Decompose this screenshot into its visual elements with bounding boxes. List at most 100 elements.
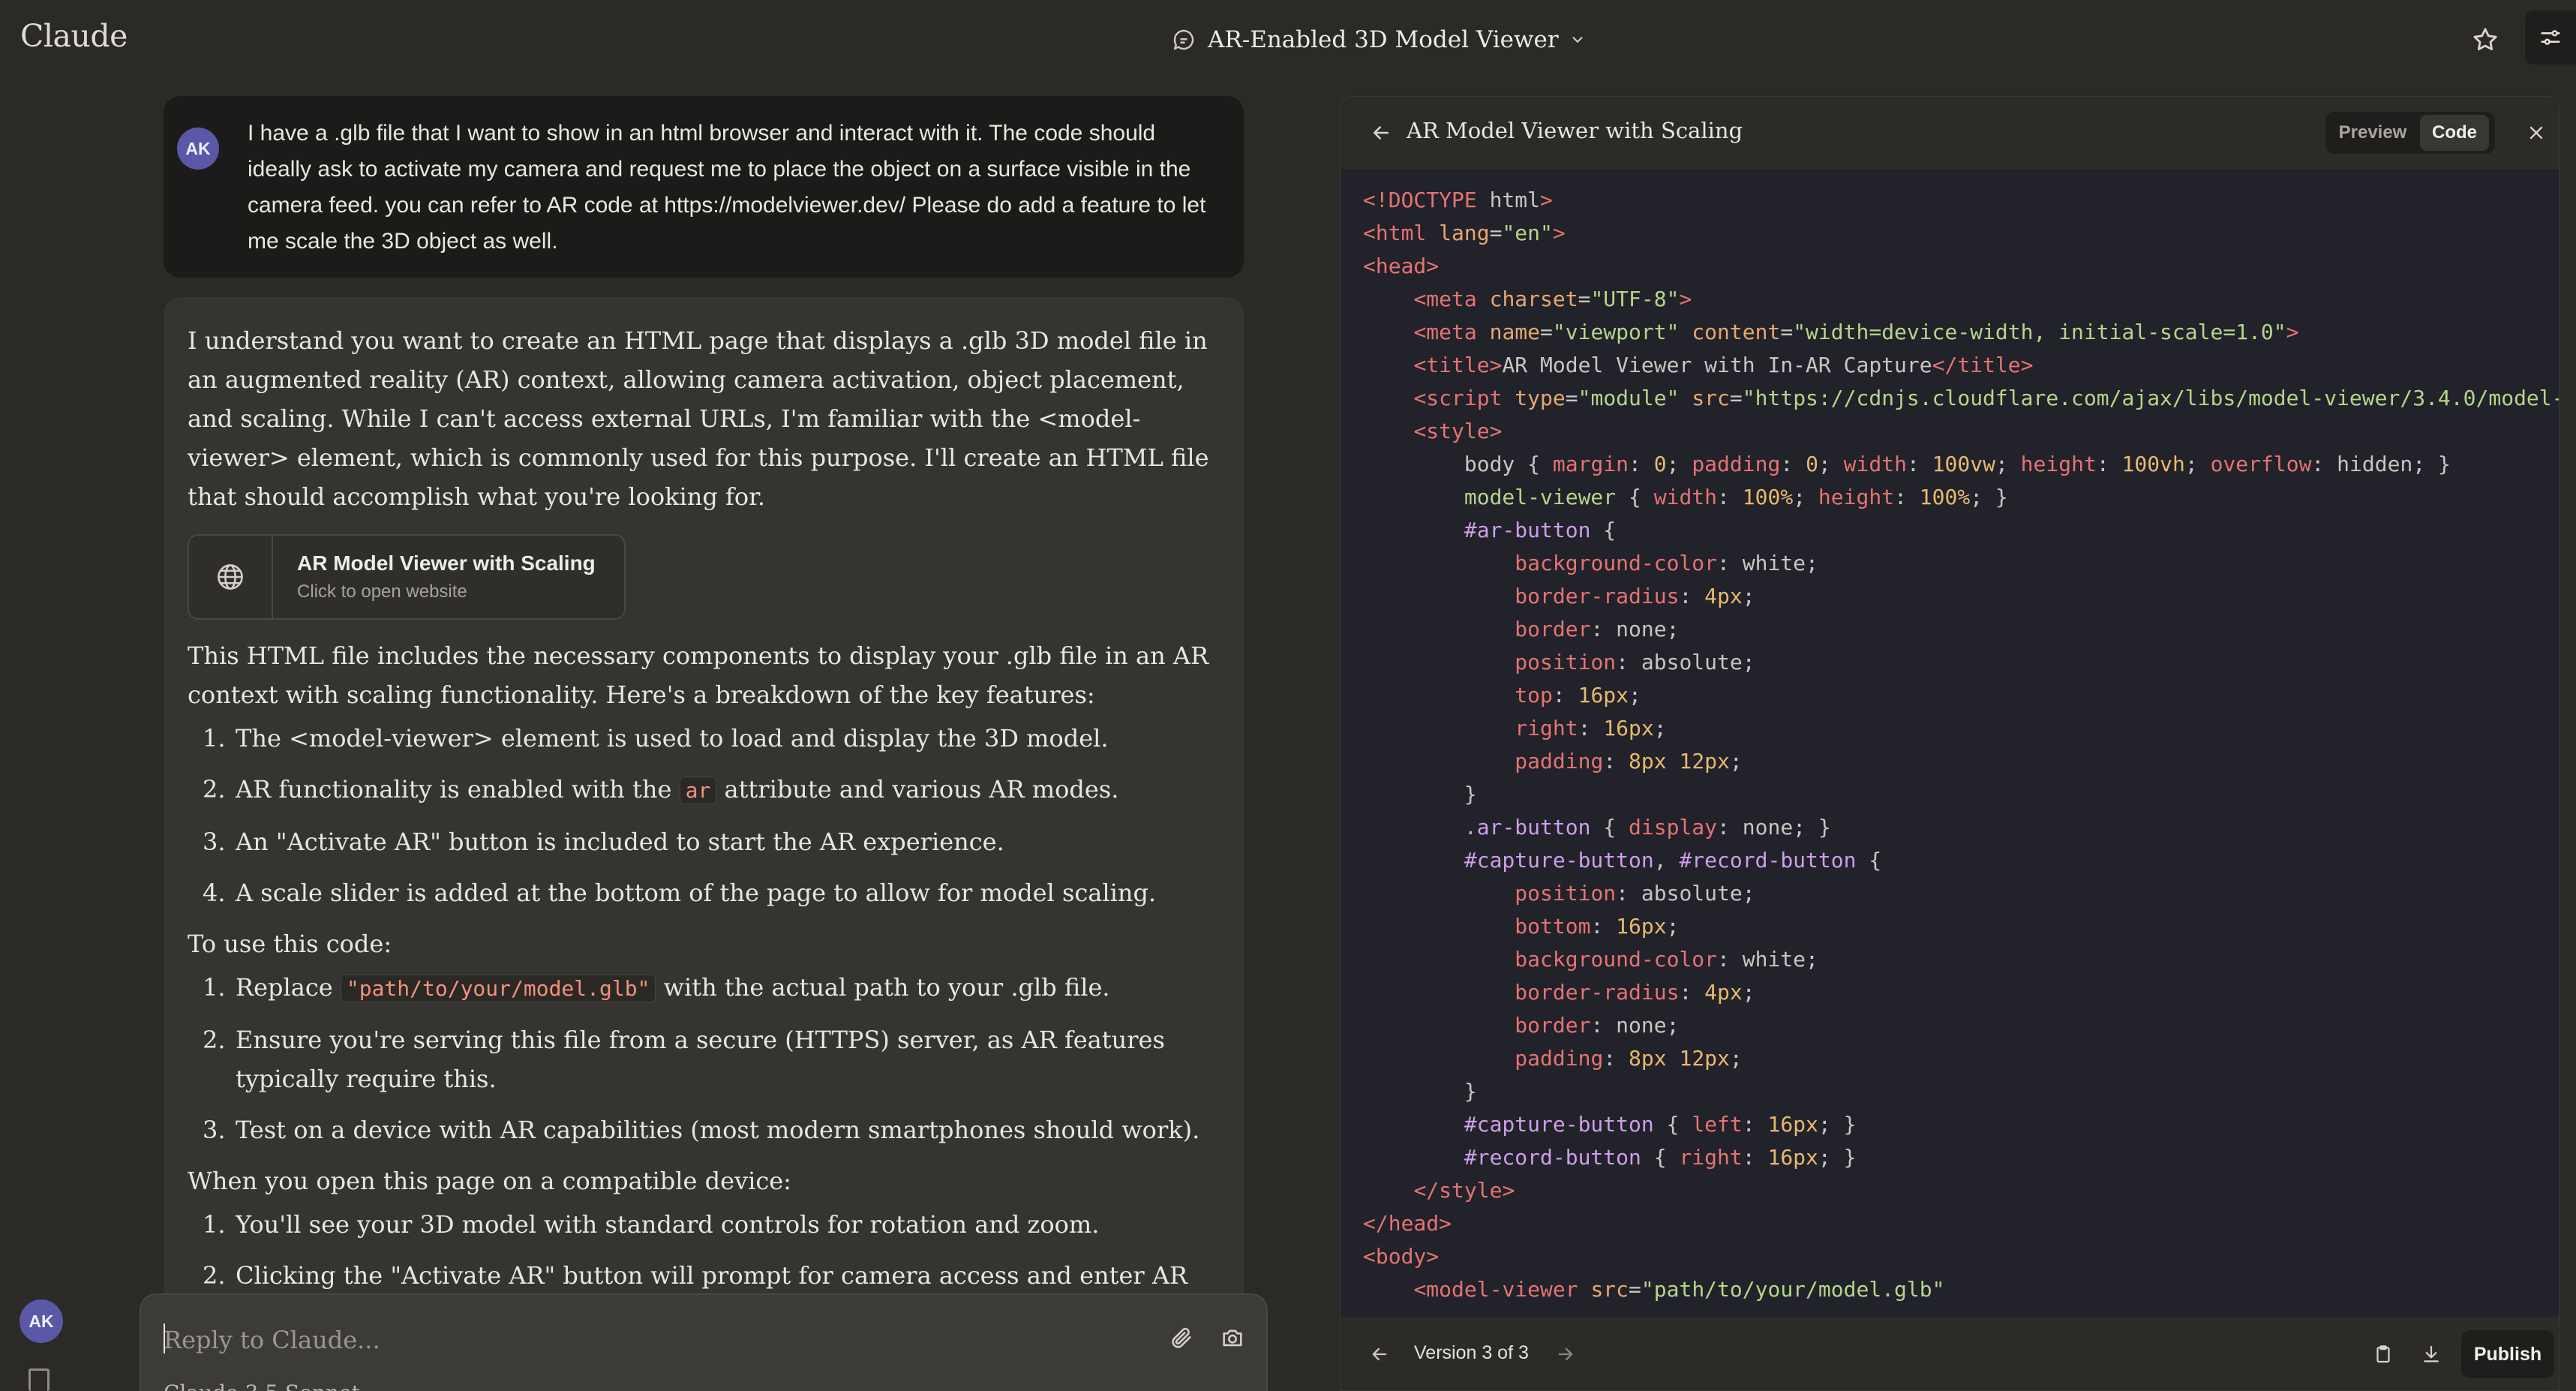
code-line: <body> [1363,1244,1440,1269]
chevron-down-icon [370,1390,379,1391]
star-button[interactable] [2466,21,2504,59]
code-line: border: none; [1515,617,1680,641]
artifact-title: AR Model Viewer with Scaling [1407,118,1743,143]
code-line: } [1363,782,1477,807]
attach-button[interactable] [1163,1319,1200,1356]
code-line: <!DOCTYPE html> [1363,188,1553,212]
code-line: border: none; [1515,1013,1680,1038]
code-line: </style> [1413,1178,1515,1203]
user-avatar[interactable]: AK [177,128,219,170]
model-name: Claude 3.5 Sonnet [164,1380,360,1391]
code-line: .ar-button { display: none; } [1464,815,1831,840]
code-line: body { margin: 0; padding: 0; width: 100… [1363,452,2451,476]
artifact-card[interactable]: AR Model Viewer with Scaling Click to op… [188,534,626,620]
next-version-button[interactable] [1546,1335,1585,1374]
version-label: Version 3 of 3 [1414,1342,1529,1363]
star-icon [2473,28,2497,51]
assistant-intro: I understand you want to create an HTML … [188,326,1209,511]
list-item: 2. AR functionality is enabled with the a… [203,775,1119,804]
download-button[interactable] [2413,1336,2449,1372]
copy-button[interactable] [2365,1336,2401,1372]
code-line: border-radius: 4px; [1515,584,1755,608]
conversation-title: AR-Enabled 3D Model Viewer [1208,26,1559,53]
open-intro: When you open this page on a compatible … [188,1167,791,1195]
camera-icon [1223,1329,1242,1347]
list-item: 1. The <model-viewer> element is used to … [203,724,1109,753]
assistant-message: I understand you want to create an HTML … [164,297,1244,1391]
globe-icon [189,536,273,618]
code-view[interactable]: <!DOCTYPE html> <html lang="en"> <head> … [1341,169,2559,1317]
download-icon [2424,1345,2439,1362]
list-item: 1. You'll see your 3D model with standard… [203,1210,1100,1239]
code-line: <meta name="viewport" content="width=dev… [1413,320,2299,344]
code-line: <script type="module" src="https://cdnjs… [1413,386,2559,410]
code-line: right: 16px; [1515,716,1667,741]
code-line: #record-button { right: 16px; } [1464,1145,1857,1170]
model-selector[interactable]: Claude 3.5 Sonnet [164,1380,381,1391]
code-line: <style> [1413,419,1503,443]
code-line: position: absolute; [1515,650,1755,674]
user-message-text: I have a .glb file that I want to show i… [248,121,1206,254]
sliders-icon [2541,30,2560,45]
code-line: background-color: white; [1515,551,1818,575]
list-item: 4. A scale slider is added at the bottom … [203,879,1157,907]
chevron-down-icon [1569,32,1586,48]
code-line: </head> [1363,1211,1452,1236]
tab-preview[interactable]: Preview [2328,115,2417,151]
account-avatar[interactable]: AK [20,1299,63,1343]
artifact-header: AR Model Viewer with Scaling Preview Cod… [1341,97,2559,169]
arrow-left-icon [1374,126,1389,140]
code-line: top: 16px; [1515,683,1641,708]
sidebar-toggle-icon[interactable] [29,1368,50,1391]
brand-logo[interactable]: Claude [20,18,128,54]
text-caret [164,1323,165,1353]
code-line: } [1363,1079,1477,1104]
tab-code[interactable]: Code [2420,115,2489,151]
artifact-close-button[interactable] [2518,115,2554,151]
top-bar: Claude AR-Enabled 3D Model Viewer [0,0,2576,78]
clipboard-icon [2376,1345,2390,1363]
artifact-footer: Version 3 of 3 Publish [1341,1317,2559,1390]
code-line: #capture-button { left: 16px; } [1464,1112,1857,1137]
view-toggle: Preview Code [2325,112,2495,154]
reply-composer: Claude 3.5 Sonnet [140,1293,1268,1391]
artifact-card-subtitle: Click to open website [297,581,467,602]
chat-column: AK I have a .glb file that I want to sho… [0,78,1305,1391]
list-item: 3. An "Activate AR" button is included to… [203,828,1004,856]
screenshot-button[interactable] [1214,1319,1251,1356]
close-icon [2529,126,2543,140]
code-line: padding: 8px 12px; [1515,1046,1743,1071]
code-line: model-viewer { width: 100%; height: 100%… [1464,485,2008,509]
paperclip-icon [1172,1327,1191,1348]
features-list: 1. The <model-viewer> element is used to … [188,719,1220,912]
inline-code: ar [679,777,717,804]
code-line: bottom: 16px; [1515,914,1680,939]
arrow-right-icon [1558,1347,1573,1361]
previous-version-button[interactable] [1360,1335,1399,1374]
artifact-back-button[interactable] [1363,115,1399,151]
code-line: <meta charset="UTF-8"> [1413,287,1692,311]
code-line: #ar-button { [1464,518,1617,542]
list-item: 2. Ensure you're serving this file from a… [203,1026,1165,1093]
chat-bubble-icon [1170,26,1197,53]
code-block: <!DOCTYPE html> <html lang="en"> <head> … [1363,184,2559,1306]
code-line: <model-viewer src="path/to/your/model.gl… [1413,1277,1945,1302]
usage-intro: To use this code: [188,930,392,958]
inline-code: "path/to/your/model.glb" [340,975,656,1002]
code-line: <head> [1363,254,1440,278]
code-line: position: absolute; [1515,881,1755,906]
user-message: AK I have a .glb file that I want to sho… [164,96,1244,278]
code-line: <title>AR Model Viewer with In-AR Captur… [1413,353,2034,377]
code-line: padding: 8px 12px; [1515,749,1743,774]
artifact-card-title: AR Model Viewer with Scaling [297,551,596,575]
chat-settings-button[interactable] [2525,11,2576,65]
code-line: <html lang="en"> [1363,221,1566,245]
list-item: 1. Replace "path/to/your/model.glb" with … [203,973,1110,1002]
code-line: #capture-button, #record-button { [1464,848,1882,873]
artifact-panel: AR Model Viewer with Scaling Preview Cod… [1340,96,2559,1391]
features-intro: This HTML file includes the necessary co… [188,641,1209,709]
publish-button[interactable]: Publish [2461,1330,2554,1378]
arrow-left-icon [1372,1347,1387,1361]
reply-input[interactable] [164,1317,1101,1362]
conversation-title-menu[interactable]: AR-Enabled 3D Model Viewer [1170,23,1586,57]
